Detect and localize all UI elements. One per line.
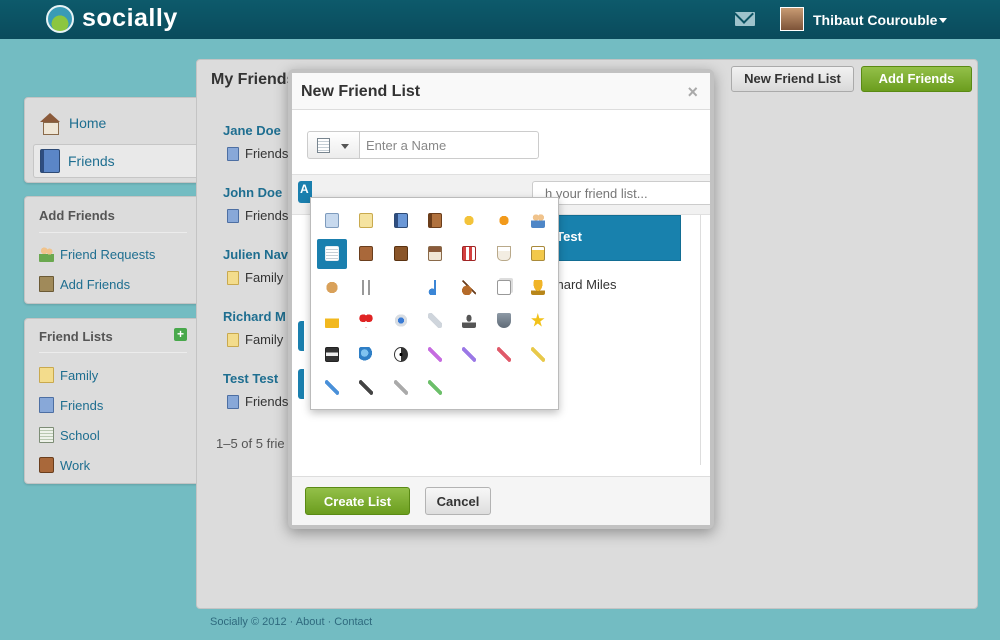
icon-option[interactable] <box>523 205 553 235</box>
lined-notebook-icon <box>325 246 339 261</box>
trophy-icon <box>530 279 545 295</box>
grey-tag-icon <box>393 380 408 395</box>
icon-option[interactable] <box>386 306 416 336</box>
violet-tag-icon <box>462 346 477 362</box>
dialog-title: New Friend List <box>301 83 421 100</box>
icon-option[interactable] <box>317 339 347 369</box>
icon-option[interactable] <box>523 306 553 336</box>
house-icon <box>427 246 442 261</box>
people-group-icon <box>530 212 545 228</box>
dialog-body: A st Test chard Miles <box>292 111 710 476</box>
friend-card-edge <box>298 321 304 351</box>
create-list-button[interactable]: Create List <box>305 487 410 515</box>
icon-option[interactable] <box>351 272 381 302</box>
icon-option[interactable] <box>351 373 381 403</box>
icon-option[interactable] <box>420 272 450 302</box>
store-icon <box>462 246 477 261</box>
icon-option[interactable] <box>351 205 381 235</box>
blank-document-icon <box>325 212 339 228</box>
icon-option[interactable] <box>317 272 347 302</box>
crown-icon <box>325 313 339 328</box>
icon-option[interactable] <box>351 339 381 369</box>
friend-list-item[interactable]: chard Miles <box>550 277 616 292</box>
brown-bag-icon <box>393 246 408 261</box>
stamp-icon <box>462 313 477 328</box>
dialog-footer: Create List Cancel <box>292 476 710 525</box>
orange-flower-icon <box>496 212 511 228</box>
icon-option[interactable] <box>489 339 519 369</box>
selected-friend-card[interactable]: st Test <box>541 215 681 261</box>
music-note-icon <box>427 279 442 295</box>
icon-option[interactable] <box>386 373 416 403</box>
icon-option[interactable] <box>523 339 553 369</box>
friend-card-edge <box>298 369 304 399</box>
icon-option[interactable] <box>317 205 347 235</box>
icon-option[interactable] <box>386 205 416 235</box>
black-tag-icon <box>359 380 374 395</box>
yin-yang-icon <box>393 346 408 362</box>
blue-tag-icon <box>325 380 339 395</box>
icon-option[interactable] <box>317 306 347 336</box>
shield-icon <box>496 313 511 328</box>
icon-option[interactable] <box>489 205 519 235</box>
green-tag-icon <box>427 380 442 395</box>
globe-icon <box>359 346 374 362</box>
icon-option[interactable] <box>523 239 553 269</box>
purple-tag-icon <box>427 346 442 362</box>
red-tag-icon <box>496 346 511 362</box>
lined-notebook-icon <box>317 138 330 153</box>
icon-option[interactable] <box>386 239 416 269</box>
star-icon <box>531 313 545 327</box>
yellow-tag-icon <box>530 346 545 362</box>
icon-option[interactable] <box>489 306 519 336</box>
chevron-down-icon <box>341 144 349 149</box>
yellow-flower-icon <box>462 212 477 228</box>
icon-option[interactable] <box>489 239 519 269</box>
icon-option[interactable] <box>420 306 450 336</box>
divider <box>700 215 701 465</box>
icon-option[interactable] <box>386 339 416 369</box>
icon-option[interactable] <box>523 272 553 302</box>
cancel-button[interactable]: Cancel <box>425 487 491 515</box>
icon-option[interactable] <box>454 205 484 235</box>
icon-option[interactable] <box>454 272 484 302</box>
icon-option[interactable] <box>351 239 381 269</box>
icon-option[interactable] <box>454 306 484 336</box>
playing-cards-icon <box>496 279 511 295</box>
floppy-disk-icon <box>325 346 339 362</box>
brown-book-icon <box>427 212 442 228</box>
filter-tab-label: A <box>300 182 309 196</box>
icon-picker-dropdown <box>310 197 559 410</box>
icon-option[interactable] <box>317 373 347 403</box>
rocket-icon <box>427 313 442 328</box>
coffee-cup-icon <box>496 246 511 261</box>
icon-option[interactable] <box>454 239 484 269</box>
new-friend-list-dialog: New Friend List × A st Test chard Miles <box>288 69 714 529</box>
icon-option[interactable] <box>317 238 347 269</box>
list-name-input[interactable] <box>359 131 539 159</box>
icon-option[interactable] <box>420 239 450 269</box>
blue-book-icon <box>393 212 408 228</box>
party-hat-icon <box>393 279 408 295</box>
icon-option[interactable] <box>489 272 519 302</box>
yellow-note-icon <box>359 212 374 228</box>
icon-option[interactable] <box>420 373 450 403</box>
icon-option[interactable] <box>386 272 416 302</box>
icon-option[interactable] <box>420 339 450 369</box>
icon-select-button[interactable] <box>307 131 359 159</box>
robot-icon <box>393 313 408 328</box>
cookie-icon <box>325 279 339 295</box>
icon-option[interactable] <box>420 205 450 235</box>
guitar-icon <box>462 279 477 295</box>
icon-option[interactable] <box>454 339 484 369</box>
dialog-header: New Friend List × <box>292 73 710 110</box>
icon-option[interactable] <box>351 306 381 336</box>
beer-mug-icon <box>530 246 545 261</box>
fork-knife-icon <box>359 279 374 295</box>
heart-icon <box>359 313 374 328</box>
briefcase-icon <box>359 246 374 261</box>
close-icon[interactable]: × <box>687 82 698 103</box>
